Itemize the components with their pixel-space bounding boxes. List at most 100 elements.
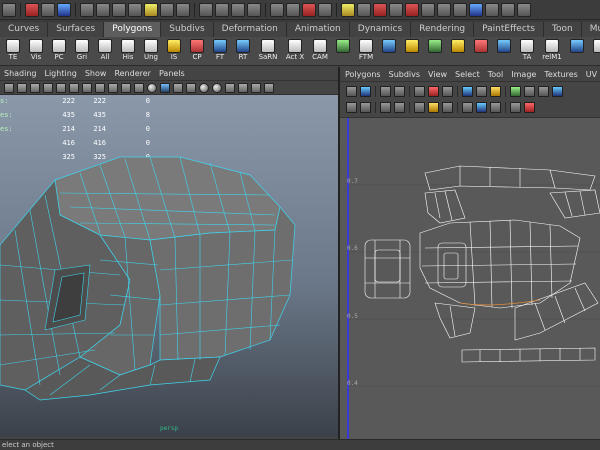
wireframe-icon[interactable] — [147, 82, 157, 93]
mask-icon[interactable] — [144, 2, 158, 17]
magnet-icon[interactable] — [405, 2, 419, 17]
shelf-tab-polygons[interactable]: Polygons — [104, 22, 162, 37]
shelf-button[interactable]: CAM — [309, 38, 331, 64]
resolution-gate-icon[interactable] — [82, 82, 92, 93]
grid-uv-icon[interactable] — [476, 86, 487, 97]
xray-icon[interactable] — [238, 82, 248, 93]
perspective-viewport[interactable]: s: 222 222 0 es: 435 435 8 es: 214 214 0 416 416 0 325 3… — [0, 95, 338, 437]
shelf-tab-toon[interactable]: Toon — [544, 22, 582, 37]
shelf-button[interactable] — [401, 38, 423, 64]
model-wireframe[interactable] — [0, 95, 338, 437]
input-icon[interactable] — [517, 2, 531, 17]
isolate-icon[interactable] — [225, 82, 235, 93]
smudge-icon[interactable] — [442, 102, 453, 113]
relax-icon[interactable] — [428, 102, 439, 113]
safe-title-icon[interactable] — [134, 82, 144, 93]
shelf-tab-animation[interactable]: Animation — [286, 22, 350, 37]
uv-texture-editor[interactable]: 0.7 0.6 0.5 0.4 — [340, 118, 600, 439]
shelf-button[interactable] — [378, 38, 400, 64]
viewport-menu-lighting[interactable]: Lighting — [45, 69, 77, 78]
remove-isolate-icon[interactable] — [538, 86, 549, 97]
shelf-button[interactable] — [332, 38, 354, 64]
mask-icon[interactable] — [160, 2, 174, 17]
mask-icon[interactable] — [128, 2, 142, 17]
shelf-button[interactable]: His — [117, 38, 139, 64]
mode-icon[interactable] — [2, 2, 16, 17]
shelf-button[interactable] — [470, 38, 492, 64]
uv-flip-icon[interactable] — [360, 86, 371, 97]
uv-border-icon[interactable] — [524, 102, 535, 113]
camera-select-icon[interactable] — [4, 82, 14, 93]
shelf-button[interactable]: RT — [232, 38, 254, 64]
sew-uv-icon[interactable] — [428, 86, 439, 97]
add-isolate-icon[interactable] — [524, 86, 535, 97]
shelf-button[interactable]: CP — [186, 38, 208, 64]
input-icon[interactable] — [421, 2, 435, 17]
render-icon[interactable] — [286, 2, 300, 17]
magnet-icon[interactable] — [341, 2, 355, 17]
wire-on-shaded-icon[interactable] — [173, 82, 183, 93]
shelf-button[interactable] — [589, 38, 600, 64]
grid-icon[interactable] — [56, 82, 66, 93]
rotate-icon[interactable] — [394, 86, 405, 97]
select-component-icon[interactable] — [57, 2, 71, 17]
shelf-button[interactable]: IS — [163, 38, 185, 64]
viewport-menu-show[interactable]: Show — [85, 69, 107, 78]
camera-lock-icon[interactable] — [17, 82, 27, 93]
snap-grid-icon[interactable] — [199, 2, 213, 17]
shelf-button[interactable] — [566, 38, 588, 64]
shelf-button[interactable]: Vis — [25, 38, 47, 64]
input-icon[interactable] — [357, 2, 371, 17]
shelf-button[interactable]: relM1 — [539, 38, 565, 64]
rotate-icon[interactable] — [380, 86, 391, 97]
pixel-snap-icon[interactable] — [510, 102, 521, 113]
input-icon[interactable] — [389, 2, 403, 17]
shelf-button[interactable] — [424, 38, 446, 64]
smooth-shade-icon[interactable] — [160, 82, 170, 93]
dim-icon[interactable] — [490, 102, 501, 113]
uv-menu-image[interactable]: Image — [511, 70, 536, 79]
uv-menu-tool[interactable]: Tool — [488, 70, 504, 79]
input-icon[interactable] — [501, 2, 515, 17]
input-icon[interactable] — [485, 2, 499, 17]
viewport-menu-panels[interactable]: Panels — [159, 69, 185, 78]
snap-plane-icon[interactable] — [247, 2, 261, 17]
snap-curve-icon[interactable] — [215, 2, 229, 17]
select-object-icon[interactable] — [41, 2, 55, 17]
shelf-button[interactable]: FT — [209, 38, 231, 64]
snap-point-icon[interactable] — [231, 2, 245, 17]
shelf-button[interactable]: Act X — [282, 38, 308, 64]
align-icon[interactable] — [360, 102, 371, 113]
straighten-icon[interactable] — [380, 102, 391, 113]
film-gate-icon[interactable] — [69, 82, 79, 93]
uv-menu-textures[interactable]: Textures — [544, 70, 577, 79]
shelf-tab-deformation[interactable]: Deformation — [213, 22, 287, 37]
cut-uv-icon[interactable] — [414, 86, 425, 97]
layout-icon[interactable] — [462, 86, 473, 97]
uv-menu-polygons[interactable]: Polygons — [345, 70, 381, 79]
high-quality-icon[interactable] — [264, 82, 274, 93]
uv-menu-view[interactable]: View — [428, 70, 447, 79]
move-sew-icon[interactable] — [442, 86, 453, 97]
checker-icon[interactable] — [476, 102, 487, 113]
safe-action-icon[interactable] — [121, 82, 131, 93]
uv-select-icon[interactable] — [346, 86, 357, 97]
shelf-button[interactable]: Ung — [140, 38, 162, 64]
isolate-uv-icon[interactable] — [510, 86, 521, 97]
viewport-menu-renderer[interactable]: Renderer — [114, 69, 151, 78]
mask-icon[interactable] — [80, 2, 94, 17]
shelf-button[interactable]: All — [94, 38, 116, 64]
gate-mask-icon[interactable] — [95, 82, 105, 93]
shelf-tab-surfaces[interactable]: Surfaces — [48, 22, 105, 37]
shelf-tab-subdivs[interactable]: Subdivs — [161, 22, 214, 37]
shelf-button[interactable] — [493, 38, 515, 64]
ipr-icon[interactable] — [302, 2, 316, 17]
field-chart-icon[interactable] — [108, 82, 118, 93]
mask-icon[interactable] — [96, 2, 110, 17]
shadow-icon[interactable] — [212, 82, 222, 93]
texture-display-icon[interactable] — [552, 86, 563, 97]
shell-icon[interactable] — [462, 102, 473, 113]
bookmark-icon[interactable] — [30, 82, 40, 93]
mask-icon[interactable] — [112, 2, 126, 17]
lighting-icon[interactable] — [199, 82, 209, 93]
